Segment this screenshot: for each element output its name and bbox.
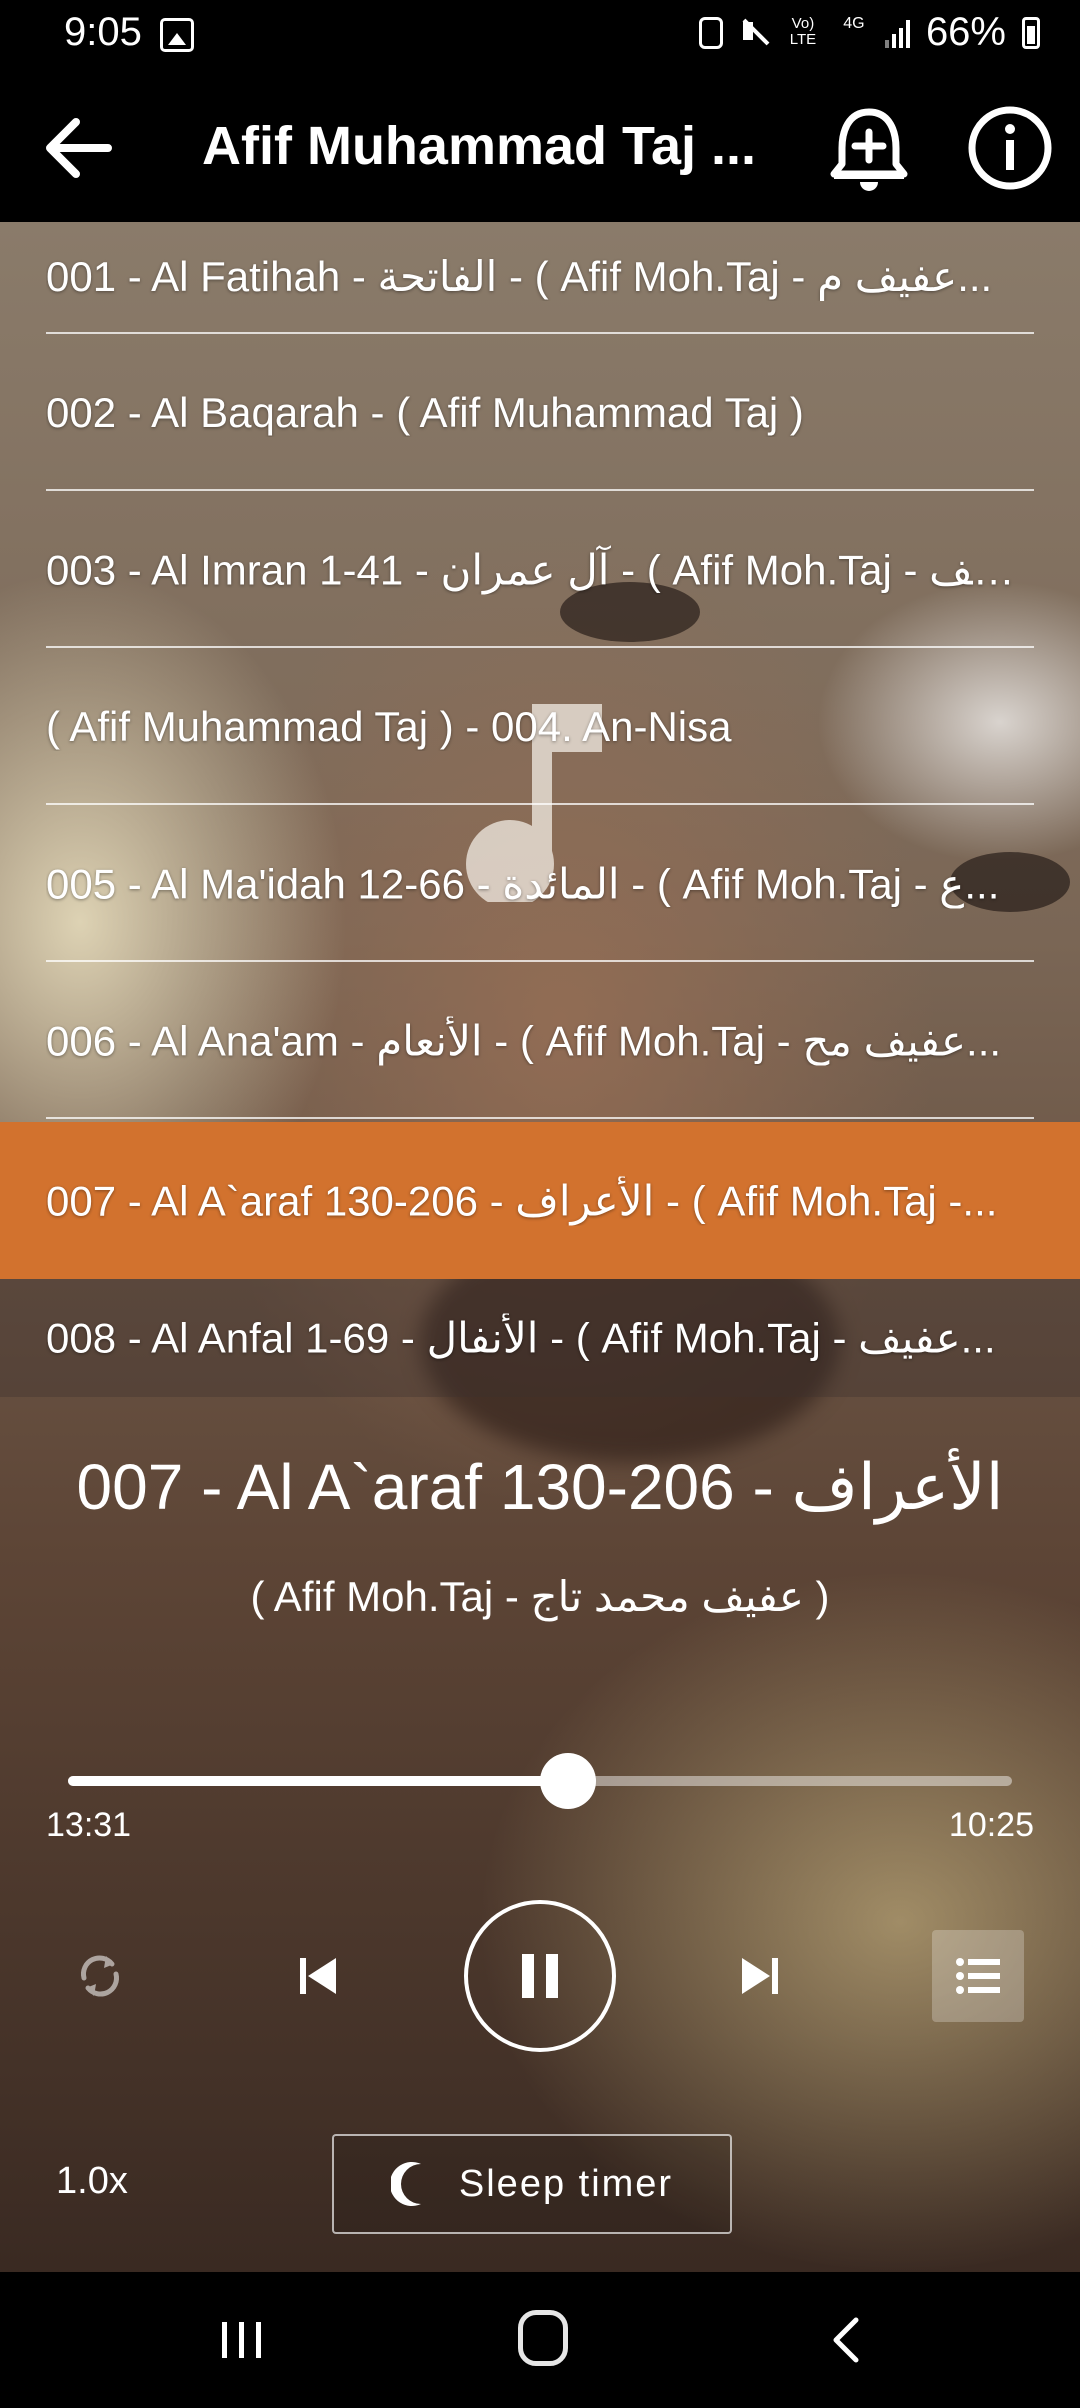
battery-icon — [1022, 16, 1040, 49]
track-label: 003 - Al Imran 1-41 - آل عمران - ( Afif … — [46, 546, 1032, 593]
seek-thumb[interactable] — [540, 1753, 597, 1809]
seek-progress — [68, 1776, 569, 1786]
queue-button[interactable] — [932, 1930, 1024, 2022]
signal-icon — [884, 18, 910, 48]
status-icons: Vo) LTE 4G 66% — [698, 10, 1040, 55]
subscribe-button[interactable] — [826, 104, 912, 194]
skip-previous-icon — [300, 1958, 336, 1994]
bell-plus-icon — [830, 108, 908, 191]
track-list[interactable]: 001 - Al Fatihah - الفاتحة - ( Afif Moh.… — [0, 222, 1080, 1397]
moon-icon — [390, 2162, 421, 2206]
back-button[interactable] — [38, 108, 118, 188]
track-row[interactable]: 002 - Al Baqarah - ( Afif Muhammad Taj ) — [0, 334, 1080, 491]
pause-icon — [522, 1954, 558, 1998]
system-nav-bar — [0, 2272, 1080, 2408]
now-playing-artist: ( Afif Moh.Taj - عفيف محمد تاج ) — [250, 1573, 830, 1620]
status-time: 9:05 — [64, 10, 142, 54]
sleep-timer-button[interactable]: Sleep timer — [332, 2134, 732, 2234]
track-row[interactable]: 005 - Al Ma'idah 12-66 - المائدة - ( Afi… — [0, 805, 1080, 962]
info-circle-icon — [968, 106, 1052, 190]
track-label: 008 - Al Anfal 1-69 - الأنفال - ( Afif M… — [46, 1314, 996, 1362]
skip-next-icon — [742, 1958, 778, 1994]
info-button[interactable] — [966, 104, 1054, 192]
elapsed-time: 13:31 — [46, 1806, 132, 1844]
track-label: ( Afif Muhammad Taj ) - 004. An-Nisa — [46, 702, 732, 750]
gallery-icon — [160, 18, 194, 52]
4g-icon: 4G — [843, 14, 865, 32]
sync-icon — [698, 16, 723, 49]
total-time: 10:25 — [948, 1806, 1034, 1844]
previous-button[interactable] — [282, 1940, 354, 2012]
track-row[interactable]: ( Afif Muhammad Taj ) - 004. An-Nisa — [0, 648, 1080, 805]
pause-button[interactable] — [464, 1900, 616, 2052]
track-label: 001 - Al Fatihah - الفاتحة - ( Afif Moh.… — [46, 253, 993, 300]
recents-button[interactable] — [214, 2312, 270, 2368]
volte-icon: Vo) LTE — [789, 14, 817, 48]
queue-list-icon — [956, 1958, 1000, 1994]
mute-icon — [739, 16, 767, 50]
track-row[interactable]: 003 - Al Imran 1-41 - آل عمران - ( Afif … — [0, 491, 1080, 648]
seek-bar[interactable] — [68, 1753, 1012, 1809]
home-button[interactable] — [518, 2310, 568, 2366]
track-row[interactable]: 001 - Al Fatihah - الفاتحة - ( Afif Moh.… — [0, 222, 1080, 334]
page-title: Afif Muhammad Taj ... — [202, 116, 757, 176]
next-button[interactable] — [724, 1940, 796, 2012]
system-back-button[interactable] — [820, 2312, 876, 2368]
status-bar: 9:05 Vo) LTE 4G 66% — [0, 0, 1080, 72]
repeat-button[interactable] — [64, 1940, 136, 2012]
app-bar: Afif Muhammad Taj ... — [0, 72, 1080, 222]
track-label: 005 - Al Ma'idah 12-66 - المائدة - ( Afi… — [46, 860, 1000, 907]
repeat-icon — [81, 1955, 119, 1997]
track-label: 006 - Al Ana'am - الأنعام - ( Afif Moh.T… — [46, 1017, 1002, 1064]
track-row[interactable]: 008 - Al Anfal 1-69 - الأنفال - ( Afif M… — [0, 1279, 1080, 1397]
battery-percent: 66% — [925, 10, 1006, 54]
track-label: 002 - Al Baqarah - ( Afif Muhammad Taj ) — [46, 388, 804, 436]
track-row-active[interactable]: 007 - Al A`araf 130-206 - الأعراف - ( Af… — [0, 1122, 1080, 1279]
divider — [46, 1117, 1034, 1119]
now-playing-title: 007 - Al A`araf 130-206 - الأعراف — [76, 1451, 1004, 1523]
recents-icon — [222, 2322, 261, 2358]
track-row[interactable]: 006 - Al Ana'am - الأنعام - ( Afif Moh.T… — [0, 962, 1080, 1119]
sleep-timer-label: Sleep timer — [458, 2162, 674, 2205]
nav-back-icon — [833, 2317, 859, 2363]
arrow-left-icon — [46, 118, 112, 178]
track-label: 007 - Al A`araf 130-206 - الأعراف - ( Af… — [46, 1177, 998, 1224]
playback-speed-button[interactable]: 1.0x — [56, 2160, 128, 2203]
